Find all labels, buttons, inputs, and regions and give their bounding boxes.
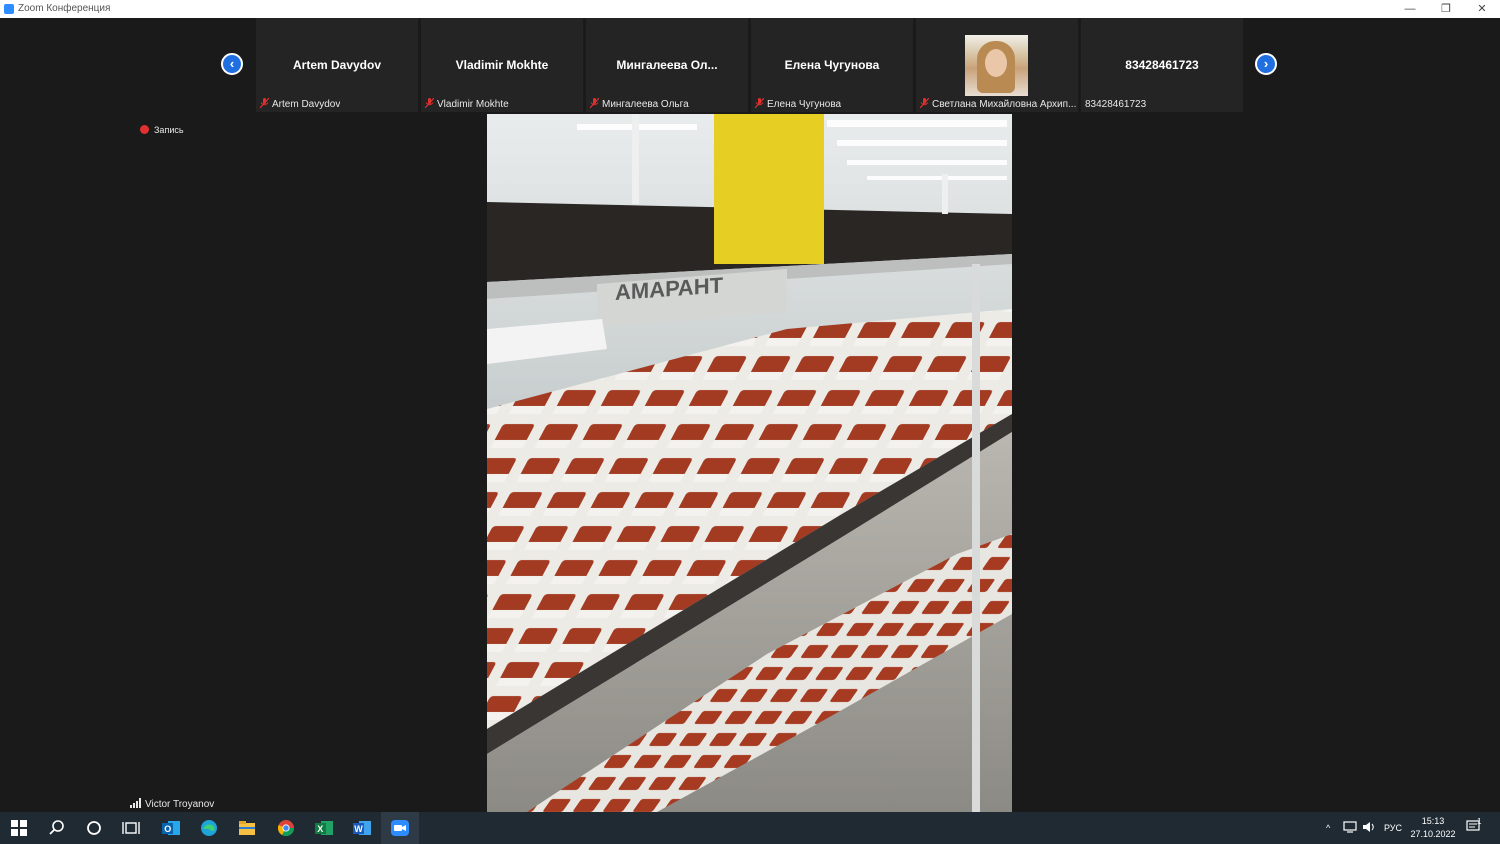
- participant-label: Мингалеева Ольга: [590, 98, 689, 110]
- svg-text:O: O: [164, 824, 171, 834]
- meeting-area: ‹ Artem Davydov Artem Davydov Vladimir M…: [0, 18, 1500, 812]
- participant-label: Елена Чугунова: [755, 98, 841, 110]
- participant-tile[interactable]: Vladimir Mokhte Vladimir Mokhte: [421, 18, 583, 112]
- taskbar-app-outlook[interactable]: O: [152, 812, 190, 844]
- clock-time: 15:13: [1421, 816, 1445, 826]
- photo-face: [985, 49, 1007, 77]
- search-icon: [49, 820, 64, 835]
- participant-label: 83428461723: [1085, 99, 1146, 110]
- folder-icon: [239, 821, 255, 835]
- participant-tile[interactable]: Елена Чугунова Елена Чугунова: [751, 18, 913, 112]
- search-button[interactable]: [38, 812, 76, 844]
- participant-label-text: 83428461723: [1085, 99, 1147, 110]
- active-speaker-label: Victor Troyanov: [130, 798, 214, 810]
- recording-indicator[interactable]: Запись: [140, 125, 184, 135]
- participants-strip: Artem Davydov Artem Davydov Vladimir Mok…: [256, 18, 1244, 112]
- task-view-icon: [122, 822, 140, 834]
- start-button[interactable]: [0, 812, 38, 844]
- participant-tile[interactable]: 83428461723 83428461723: [1081, 18, 1243, 112]
- windows-taskbar: O X W ^ РУС 15:13 27.10.2022 1: [0, 812, 1500, 844]
- speaker-glyph-icon: [1363, 822, 1374, 832]
- participant-label: Vladimir Mokhte: [425, 98, 509, 110]
- participant-label-text: Vladimir Mokhte: [437, 99, 509, 110]
- participant-label-text: Елена Чугунова: [767, 99, 842, 110]
- taskbar-app-edge[interactable]: [190, 812, 228, 844]
- task-view-button[interactable]: [112, 812, 150, 844]
- muted-mic-icon: [260, 98, 269, 108]
- taskbar-app-zoom[interactable]: [381, 812, 419, 844]
- window-title: Zoom Конференция: [18, 3, 111, 14]
- participant-label-text: Мингалеева Ольга: [602, 99, 689, 110]
- close-button[interactable]: ✕: [1464, 0, 1500, 18]
- taskbar-app-excel[interactable]: X: [305, 812, 343, 844]
- maximize-button[interactable]: ❐: [1428, 0, 1464, 18]
- network-icon[interactable]: [1343, 812, 1357, 844]
- chrome-icon: [277, 820, 295, 837]
- record-dot-icon: [140, 125, 149, 134]
- notification-count-badge: 1: [1477, 817, 1482, 826]
- taskbar-clock[interactable]: 15:13 27.10.2022: [1408, 815, 1458, 841]
- edge-icon: [201, 820, 217, 836]
- muted-mic-icon: [755, 98, 764, 108]
- volume-icon[interactable]: [1362, 812, 1376, 844]
- zoom-icon: [391, 820, 409, 836]
- active-speaker-name: Victor Troyanov: [145, 799, 215, 810]
- cortana-button[interactable]: [75, 812, 113, 844]
- minimize-button[interactable]: —: [1392, 0, 1428, 18]
- participant-tile[interactable]: Мингалеева Ол... Мингалеева Ольга: [586, 18, 748, 112]
- svg-text:W: W: [354, 824, 363, 834]
- word-icon: W: [353, 821, 371, 835]
- muted-mic-icon: [425, 98, 434, 108]
- excel-icon: X: [315, 821, 333, 835]
- taskbar-app-file-explorer[interactable]: [228, 812, 266, 844]
- participant-tile[interactable]: Artem Davydov Artem Davydov: [256, 18, 418, 112]
- clock-date: 27.10.2022: [1410, 829, 1456, 839]
- participant-photo: [965, 35, 1028, 96]
- windows-logo-icon: [11, 820, 27, 836]
- taskbar-app-word[interactable]: W: [343, 812, 381, 844]
- muted-mic-icon: [920, 98, 929, 108]
- zoom-app-icon: [4, 4, 14, 14]
- network-glyph-icon: [1343, 821, 1357, 833]
- cortana-icon: [87, 821, 101, 835]
- video-frame-illustration: АМАРАНТ: [487, 114, 1012, 812]
- participant-name: 83428461723: [1125, 58, 1199, 72]
- participant-name: Мингалеева Ол...: [616, 58, 718, 72]
- participant-label: Светлана Михайловна Архип...: [920, 98, 1076, 110]
- muted-mic-icon: [590, 98, 599, 108]
- participant-name: Vladimir Mokhte: [455, 58, 549, 72]
- action-center-button[interactable]: 1: [1466, 812, 1486, 844]
- signal-bars-icon: [130, 798, 141, 808]
- participant-label-text: Artem Davydov: [272, 99, 341, 110]
- participant-label-text: Светлана Михайловна Архип...: [932, 99, 1076, 110]
- window-title-bar: Zoom Конференция — ❐ ✕: [0, 0, 1500, 18]
- active-speaker-video: АМАРАНТ: [487, 114, 1012, 812]
- participant-name: Artem Davydov: [292, 58, 382, 72]
- svg-text:X: X: [317, 824, 323, 834]
- next-participants-button[interactable]: ›: [1255, 53, 1277, 75]
- taskbar-app-chrome[interactable]: [267, 812, 305, 844]
- outlook-icon: O: [162, 821, 180, 835]
- recording-label: Запись: [154, 125, 184, 135]
- previous-participants-button[interactable]: ‹: [221, 53, 243, 75]
- input-language-indicator[interactable]: РУС: [1384, 812, 1402, 844]
- participant-name: Елена Чугунова: [784, 58, 880, 72]
- participant-label: Artem Davydov: [260, 98, 340, 110]
- participant-tile[interactable]: Светлана Михайловна Архип...: [916, 18, 1078, 112]
- tray-overflow-icon[interactable]: ^: [1326, 812, 1330, 844]
